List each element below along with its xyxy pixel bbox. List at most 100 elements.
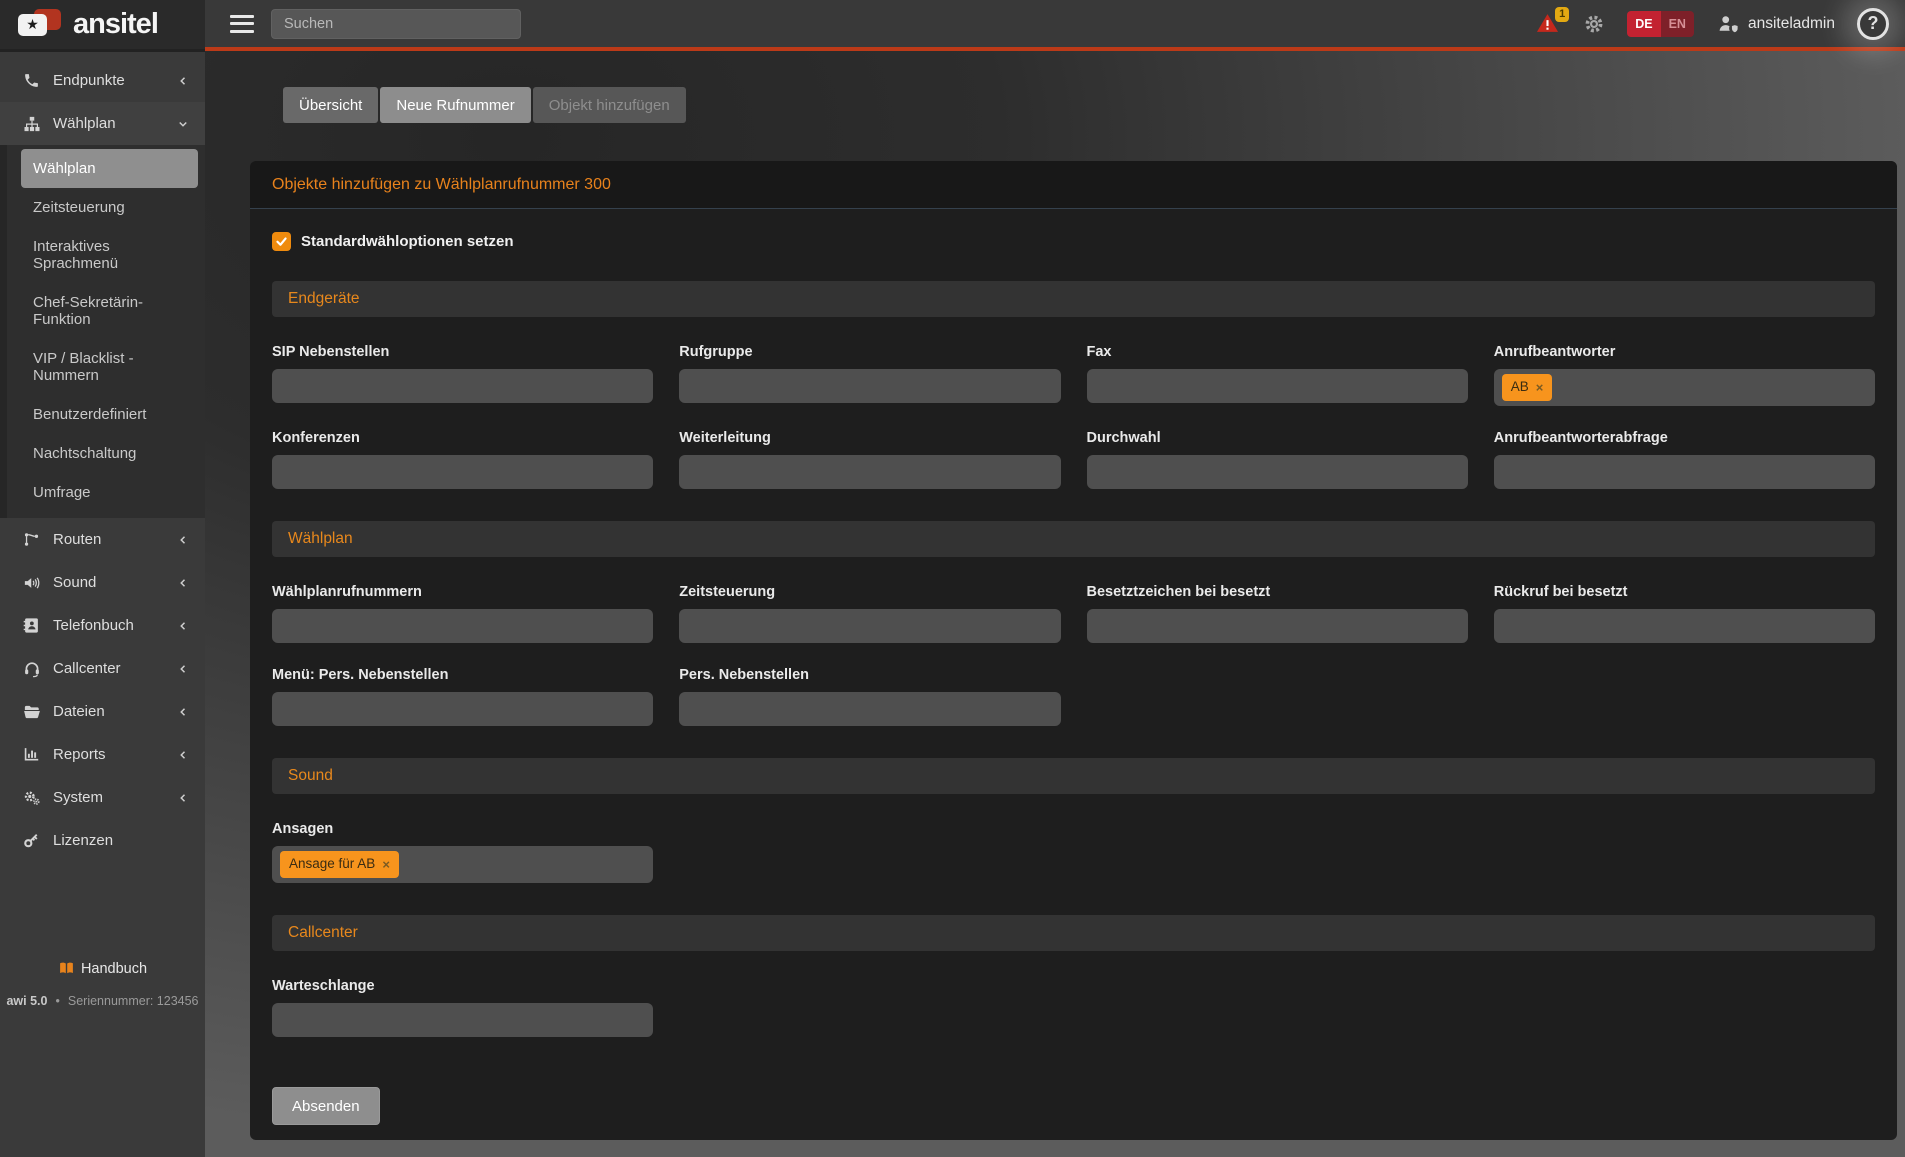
chevron-down-icon — [177, 118, 189, 130]
zeitsteuerung-input[interactable] — [679, 609, 1061, 643]
address-book-icon — [22, 616, 41, 635]
field-sip-nebenstellen: SIP Nebenstellen — [272, 344, 654, 406]
field-label: Rufgruppe — [679, 344, 753, 360]
rueckruf-input[interactable] — [1493, 609, 1875, 643]
main-area: 1 DE EN ansiteladmin ? — [205, 0, 1905, 1157]
sidebar-footer: Handbuch awi 5.0 • Seriennummer: 123456 — [0, 960, 205, 1009]
tag-label: AB — [1510, 379, 1529, 395]
anrufbeantworterabfrage-input[interactable] — [1493, 455, 1875, 489]
gears-icon — [22, 788, 41, 807]
sidebar-item-waehlplan[interactable]: Wählplan — [0, 102, 205, 145]
durchwahl-input[interactable] — [1086, 455, 1468, 489]
field-besetztzeichen: Besetztzeichen bei besetzt — [1086, 584, 1468, 643]
version-info: awi 5.0 • Seriennummer: 123456 — [0, 994, 205, 1008]
tag-remove-icon[interactable]: × — [1536, 380, 1544, 396]
section-callcenter-fields: Warteschlange — [272, 978, 1875, 1037]
app-window: ★ ansitel Endpunkte Wählplan Wählplan Ze… — [0, 0, 1905, 1157]
field-label: Warteschlange — [272, 978, 375, 994]
settings-gear-icon[interactable] — [1583, 13, 1605, 35]
section-sound-fields: Ansagen Ansage für AB × — [272, 821, 1875, 883]
submenu-item-benutzerdefiniert[interactable]: Benutzerdefiniert — [21, 395, 198, 434]
manual-label: Handbuch — [80, 960, 148, 977]
sidebar-item-system[interactable]: System — [0, 776, 205, 819]
submenu-item-umfrage[interactable]: Umfrage — [21, 473, 198, 512]
chevron-left-icon — [177, 706, 189, 718]
weiterleitung-input[interactable] — [679, 455, 1061, 489]
panel-body: Standardwähloptionen setzen Endgeräte SI… — [250, 209, 1897, 1125]
field-menue-pers-nebenstellen: Menü: Pers. Nebenstellen — [272, 667, 654, 726]
help-button[interactable]: ? — [1857, 7, 1889, 40]
submit-button[interactable]: Absenden — [272, 1087, 380, 1125]
sidebar-item-label: Lizenzen — [53, 832, 114, 849]
menu-toggle-button[interactable] — [230, 14, 254, 33]
standard-options-checkbox-row[interactable]: Standardwähloptionen setzen — [272, 232, 1875, 251]
anrufbeantworter-input[interactable]: AB × — [1493, 369, 1875, 406]
pers-nebenstellen-input[interactable] — [679, 692, 1061, 726]
brand-name: ansitel — [73, 8, 159, 40]
chevron-left-icon — [177, 534, 189, 546]
tab-bar: Übersicht Neue Rufnummer Objekt hinzufüg… — [283, 87, 1905, 123]
submenu-item-zeitsteuerung[interactable]: Zeitsteuerung — [21, 188, 198, 227]
lang-de-button[interactable]: DE — [1627, 10, 1661, 37]
sidebar-item-endpunkte[interactable]: Endpunkte — [0, 59, 205, 102]
field-label: Weiterleitung — [679, 430, 771, 446]
submenu-item-waehlplan[interactable]: Wählplan — [21, 149, 198, 188]
section-header-sound: Sound — [272, 758, 1875, 794]
sidebar-item-label: Wählplan — [53, 115, 116, 132]
field-konferenzen: Konferenzen — [272, 430, 654, 489]
menue-pers-nebenstellen-input[interactable] — [272, 692, 654, 726]
separator-dot: • — [55, 994, 60, 1008]
version-label: awi 5.0 — [6, 994, 48, 1008]
search-input[interactable] — [271, 8, 521, 39]
field-label: Ansagen — [272, 821, 334, 837]
sidebar-item-callcenter[interactable]: Callcenter — [0, 647, 205, 690]
manual-link[interactable]: Handbuch — [58, 960, 147, 977]
lang-en-button[interactable]: EN — [1660, 10, 1694, 37]
form-panel: Objekte hinzufügen zu Wählplanrufnummer … — [250, 161, 1897, 1140]
sidebar-item-telefonbuch[interactable]: Telefonbuch — [0, 604, 205, 647]
tag-ab: AB × — [1501, 374, 1553, 401]
field-rueckruf-bei-besetzt: Rückruf bei besetzt — [1493, 584, 1875, 643]
chevron-left-icon — [177, 577, 189, 589]
submenu-item-chef-sekretaerin[interactable]: Chef-Sekretärin-Funktion — [21, 283, 198, 339]
submenu-item-nachtschaltung[interactable]: Nachtschaltung — [21, 434, 198, 473]
besetztzeichen-input[interactable] — [1086, 609, 1468, 643]
brand-logo[interactable]: ★ ansitel — [0, 0, 205, 52]
sidebar-item-sound[interactable]: Sound — [0, 561, 205, 604]
volume-icon — [22, 573, 41, 592]
alerts-button[interactable]: 1 — [1535, 6, 1570, 36]
tag-remove-icon[interactable]: × — [382, 857, 390, 873]
sidebar-item-label: Endpunkte — [53, 72, 125, 89]
phone-icon — [22, 71, 41, 90]
tab-uebersicht[interactable]: Übersicht — [283, 87, 379, 123]
question-mark-icon: ? — [1867, 13, 1879, 33]
warteschlange-input[interactable] — [272, 1003, 654, 1037]
konferenzen-input[interactable] — [272, 455, 654, 489]
tag-ansage-fuer-ab: Ansage für AB × — [280, 851, 399, 878]
fax-input[interactable] — [1086, 369, 1468, 403]
sidebar-item-reports[interactable]: Reports — [0, 733, 205, 776]
sidebar-item-label: Dateien — [53, 703, 105, 720]
submenu-item-interaktives-sprachmenue[interactable]: Interaktives Sprachmenü — [21, 227, 198, 283]
sip-nebenstellen-input[interactable] — [272, 369, 654, 403]
chevron-left-icon — [177, 663, 189, 675]
sidebar-item-dateien[interactable]: Dateien — [0, 690, 205, 733]
user-menu[interactable]: ansiteladmin — [1716, 13, 1835, 35]
field-label: Rückruf bei besetzt — [1493, 584, 1628, 600]
sidebar: ★ ansitel Endpunkte Wählplan Wählplan Ze… — [0, 0, 205, 1157]
sidebar-item-lizenzen[interactable]: Lizenzen — [0, 819, 205, 862]
checkbox-checked-icon[interactable] — [272, 232, 291, 251]
rufgruppe-input[interactable] — [679, 369, 1061, 403]
sitemap-icon — [22, 114, 41, 133]
chevron-left-icon — [177, 792, 189, 804]
field-label: Besetztzeichen bei besetzt — [1086, 584, 1271, 600]
field-label: Anrufbeantworterabfrage — [1493, 430, 1668, 446]
waehlplanrufnummern-input[interactable] — [272, 609, 654, 643]
star-icon: ★ — [26, 16, 39, 33]
submenu-item-vip-blacklist[interactable]: VIP / Blacklist - Nummern — [21, 339, 198, 395]
sidebar-item-routen[interactable]: Routen — [0, 518, 205, 561]
ansagen-input[interactable]: Ansage für AB × — [272, 846, 654, 883]
field-pers-nebenstellen: Pers. Nebenstellen — [679, 667, 1061, 726]
field-rufgruppe: Rufgruppe — [679, 344, 1061, 406]
tab-neue-rufnummer[interactable]: Neue Rufnummer — [380, 87, 531, 123]
